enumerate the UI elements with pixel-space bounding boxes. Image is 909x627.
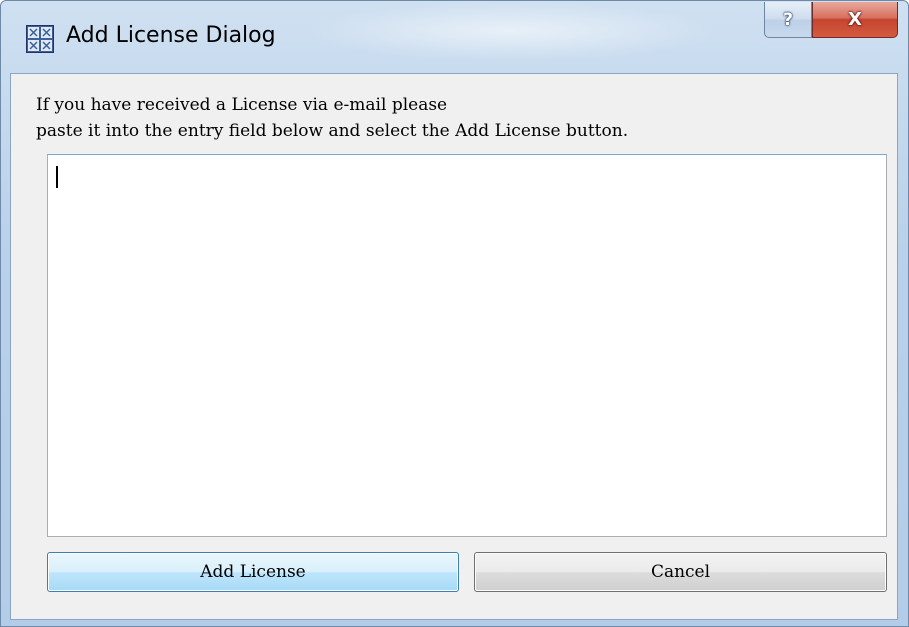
- title-bar[interactable]: Add License Dialog ? X: [1, 1, 908, 73]
- instructions-line-2: paste it into the entry field below and …: [36, 121, 629, 141]
- dialog-window: Add License Dialog ? X If you have recei…: [0, 0, 909, 627]
- text-cursor: [56, 166, 58, 188]
- cancel-button-label: Cancel: [650, 562, 711, 582]
- instructions-text: If you have received a License via e-mai…: [36, 92, 628, 144]
- title-bar-glow: [301, 1, 721, 61]
- cancel-button[interactable]: Cancel: [474, 552, 887, 592]
- close-button[interactable]: X: [812, 2, 898, 38]
- window-title: Add License Dialog: [66, 23, 276, 48]
- help-icon: ?: [783, 9, 793, 30]
- app-icon: [26, 25, 54, 53]
- instructions-line-1: If you have received a License via e-mai…: [36, 95, 448, 115]
- add-license-button[interactable]: Add License: [47, 552, 459, 592]
- help-button[interactable]: ?: [764, 2, 812, 38]
- add-license-button-label: Add License: [200, 562, 306, 582]
- license-input[interactable]: [47, 154, 887, 537]
- close-icon: X: [848, 9, 862, 30]
